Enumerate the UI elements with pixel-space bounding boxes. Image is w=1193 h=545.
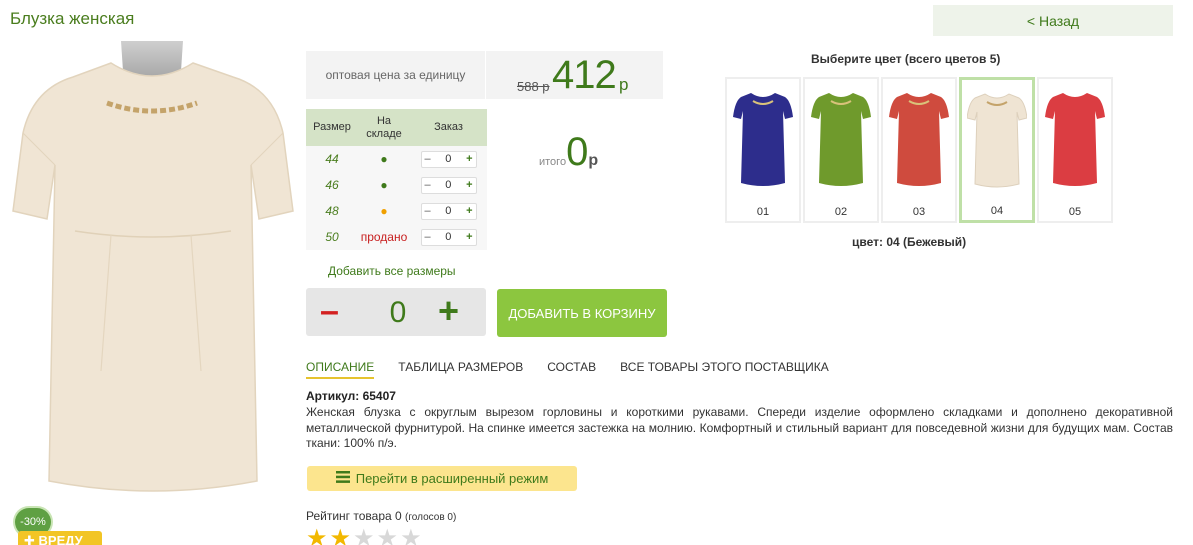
star-icon[interactable]: ★ — [400, 527, 422, 545]
color-swatch-selected[interactable]: 04 — [959, 77, 1035, 223]
swatch-image — [962, 80, 1032, 200]
plus-icon[interactable]: + — [466, 179, 472, 191]
product-photo[interactable] — [11, 41, 294, 545]
plus-icon[interactable]: + — [466, 205, 472, 217]
color-picker-title: Выберите цвет (всего цветов 5) — [811, 52, 1001, 66]
minus-icon[interactable]: – — [320, 294, 339, 328]
color-swatch[interactable]: 01 — [725, 77, 801, 223]
size-row: 44 ● – 0 + — [306, 146, 487, 172]
stock-indicator: ● — [358, 146, 410, 172]
stock-header: На складе — [358, 109, 410, 146]
stock-indicator: ● — [358, 198, 410, 224]
size-value: 44 — [306, 146, 358, 172]
color-swatch[interactable]: 03 — [881, 77, 957, 223]
quantity-value[interactable]: 0 — [386, 296, 410, 330]
size-qty-value[interactable]: 0 — [445, 205, 451, 217]
plus-icon[interactable]: + — [466, 231, 472, 243]
size-qty-stepper[interactable]: – 0 + — [420, 202, 477, 220]
swatch-label: 04 — [990, 205, 1004, 217]
plus-icon[interactable]: + — [466, 153, 472, 165]
plus-icon[interactable]: + — [438, 293, 459, 329]
price-box: оптовая цена за единицу 588 р 412 р — [306, 51, 663, 99]
color-swatch[interactable]: 02 — [803, 77, 879, 223]
sale-tag: ✚ ВРЕДУ — [18, 531, 102, 545]
star-icon[interactable]: ★ — [306, 527, 328, 545]
new-price: 412 — [552, 53, 617, 97]
quantity-stepper: – 0 + — [306, 288, 486, 336]
product-tabs: ОПИСАНИЕ ТАБЛИЦА РАЗМЕРОВ СОСТАВ ВСЕ ТОВ… — [306, 360, 829, 379]
star-icon[interactable]: ★ — [377, 527, 399, 545]
total-value: 0 — [566, 130, 589, 174]
article-number: Артикул: 65407 — [306, 389, 396, 403]
stock-indicator: продано — [358, 224, 410, 250]
add-all-sizes-link[interactable]: Добавить все размеры — [328, 264, 456, 278]
price-label: оптовая цена за единицу — [306, 51, 486, 99]
order-header: Заказ — [410, 109, 487, 146]
minus-icon[interactable]: – — [425, 231, 431, 243]
rating-stars: ★ ★ ★ ★ ★ — [306, 527, 422, 545]
swatch-image — [1039, 79, 1111, 199]
swatch-image — [805, 79, 877, 199]
size-qty-value[interactable]: 0 — [445, 179, 451, 191]
price-currency: р — [619, 75, 629, 94]
swatch-image — [727, 79, 799, 199]
back-link[interactable]: < Назад — [933, 5, 1173, 36]
total-currency: р — [588, 152, 599, 169]
swatch-label: 01 — [756, 206, 770, 218]
size-row: 46 ● – 0 + — [306, 172, 487, 198]
add-to-cart-button[interactable]: ДОБАВИТЬ В КОРЗИНУ — [497, 289, 667, 337]
rating-text: Рейтинг товара 0 (голосов 0) — [306, 509, 456, 523]
color-swatch[interactable]: 05 — [1037, 77, 1113, 223]
swatch-image — [883, 79, 955, 199]
size-qty-stepper[interactable]: – 0 + — [420, 176, 477, 194]
size-qty-value[interactable]: 0 — [445, 231, 451, 243]
rating-label: Рейтинг товара 0 — [306, 509, 402, 523]
swatch-label: 05 — [1068, 206, 1082, 218]
tab-description[interactable]: ОПИСАНИЕ — [306, 360, 375, 379]
advanced-mode-button[interactable]: Перейти в расширенный режим — [307, 466, 577, 491]
list-icon — [335, 471, 350, 486]
total-label: итого — [539, 156, 567, 168]
page-title: Блузка женская — [10, 9, 135, 28]
size-qty-stepper[interactable]: – 0 + — [420, 228, 477, 246]
size-value: 46 — [306, 172, 358, 198]
minus-icon[interactable]: – — [425, 179, 431, 191]
size-qty-stepper[interactable]: – 0 + — [420, 150, 477, 168]
blouse-image — [12, 41, 294, 492]
size-row: 50 продано – 0 + — [306, 224, 487, 250]
star-icon[interactable]: ★ — [353, 527, 375, 545]
selected-color-label: цвет: 04 (Бежевый) — [852, 235, 967, 249]
stock-indicator: ● — [358, 172, 410, 198]
rating-votes: (голосов 0) — [405, 512, 457, 523]
advanced-mode-label: Перейти в расширенный режим — [355, 471, 549, 486]
tab-supplier-products[interactable]: ВСЕ ТОВАРЫ ЭТОГО ПОСТАВЩИКА — [620, 360, 829, 379]
tab-size-chart[interactable]: ТАБЛИЦА РАЗМЕРОВ — [398, 360, 523, 379]
product-description: Женская блузка с округлым вырезом горлов… — [306, 405, 1173, 450]
size-value: 50 — [306, 224, 358, 250]
swatch-label: 02 — [834, 206, 848, 218]
size-row: 48 ● – 0 + — [306, 198, 487, 224]
minus-icon[interactable]: – — [425, 205, 431, 217]
size-qty-value[interactable]: 0 — [445, 153, 451, 165]
swatch-label: 03 — [912, 206, 926, 218]
order-total: итого0р — [539, 130, 598, 175]
size-value: 48 — [306, 198, 358, 224]
color-swatches: 01 02 03 04 05 — [725, 77, 1113, 223]
minus-icon[interactable]: – — [425, 153, 431, 165]
tab-composition[interactable]: СОСТАВ — [547, 360, 596, 379]
star-icon[interactable]: ★ — [330, 527, 352, 545]
size-header: Размер — [306, 109, 358, 146]
old-price: 588 р — [517, 79, 550, 94]
size-table: Размер На складе Заказ 44 ● – 0 + 46 ● – 0 +… — [306, 109, 487, 250]
